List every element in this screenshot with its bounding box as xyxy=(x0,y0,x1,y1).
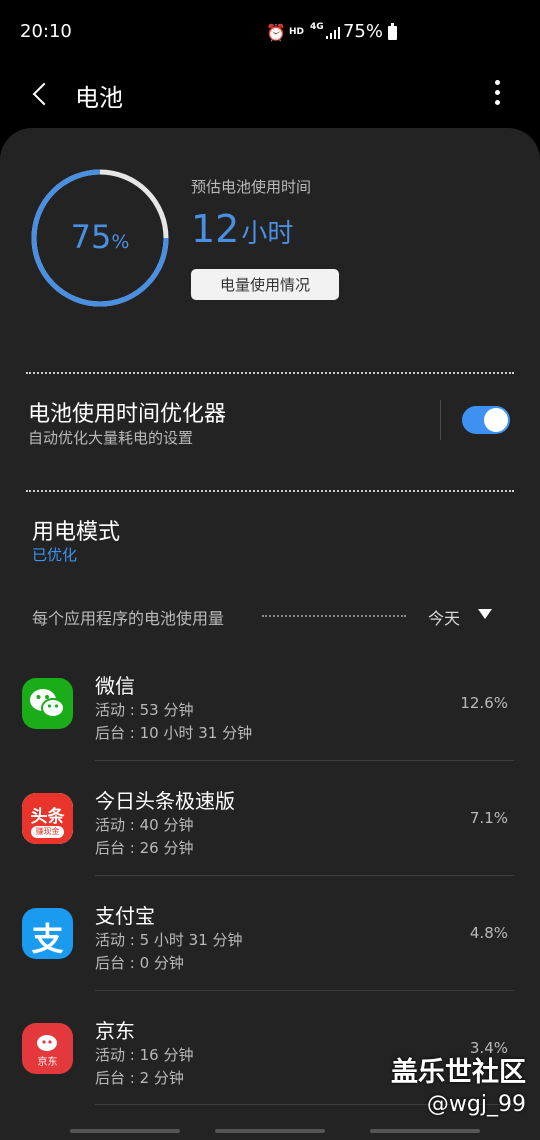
app-row-wechat[interactable]: 微信 活动 : 53 分钟 后台 : 10 小时 31 分钟 12.6% xyxy=(0,658,540,772)
estimate-label: 预估电池使用时间 xyxy=(191,178,312,196)
optimizer-title[interactable]: 电池使用时间优化器 xyxy=(28,396,226,428)
page-title: 电池 xyxy=(75,84,123,112)
divider xyxy=(26,490,514,492)
signal-icon xyxy=(326,27,340,39)
app-active-time: 活动 : 16 分钟 xyxy=(95,1046,194,1064)
battery-usage-button[interactable]: 电量使用情况 xyxy=(191,269,339,300)
jd-icon: 京东 xyxy=(22,1023,73,1074)
battery-percent-status: 75% xyxy=(342,21,383,42)
network-label: 4G xyxy=(310,22,324,32)
optimizer-subtitle: 自动优化大量耗电的设置 xyxy=(28,429,194,447)
estimate-value: 12小时 xyxy=(191,207,293,251)
battery-level-unit: % xyxy=(111,231,130,253)
toutiao-icon: 头条 赚现金 xyxy=(22,793,73,844)
app-background-time: 后台 : 2 分钟 xyxy=(95,1069,184,1087)
alipay-icon-text: 支 xyxy=(31,920,64,958)
app-usage-percent: 4.8% xyxy=(469,924,508,942)
row-divider xyxy=(95,760,514,761)
nav-hint-right xyxy=(370,1129,480,1133)
battery-level-readout: 75% xyxy=(30,218,170,256)
divider xyxy=(26,372,514,374)
dropdown-caret-icon[interactable] xyxy=(478,609,492,619)
app-usage-percent: 7.1% xyxy=(469,809,508,827)
app-name: 微信 xyxy=(95,674,135,698)
app-background-time: 后台 : 10 小时 31 分钟 xyxy=(95,724,253,742)
hd-label: HD xyxy=(289,27,305,37)
app-active-time: 活动 : 5 小时 31 分钟 xyxy=(95,931,243,949)
row-divider xyxy=(95,990,514,991)
vertical-divider xyxy=(440,400,441,440)
battery-icon xyxy=(388,23,397,40)
section-dots xyxy=(262,615,406,617)
jd-icon-text: 京东 xyxy=(37,1057,58,1068)
status-bar: 20:10 ⏰ HD 4G 75% xyxy=(0,0,540,66)
alarm-icon: ⏰ xyxy=(266,23,286,42)
app-usage-percent: 12.6% xyxy=(460,694,508,712)
app-name: 支付宝 xyxy=(95,904,155,928)
battery-level-value: 75 xyxy=(70,218,112,256)
power-mode-status: 已优化 xyxy=(32,546,78,564)
toutiao-icon-subtext: 赚现金 xyxy=(31,826,64,838)
optimizer-toggle[interactable] xyxy=(462,406,510,434)
app-name: 京东 xyxy=(95,1019,135,1043)
app-row-toutiao[interactable]: 头条 赚现金 今日头条极速版 活动 : 40 分钟 后台 : 26 分钟 7.1… xyxy=(0,773,540,887)
wechat-icon xyxy=(22,678,73,729)
alipay-icon: 支 xyxy=(22,908,73,959)
nav-hint-left xyxy=(70,1129,180,1133)
app-bar: 电池 xyxy=(0,66,540,126)
estimate-unit: 小时 xyxy=(241,219,294,249)
nav-hint-center xyxy=(215,1129,325,1133)
app-row-alipay[interactable]: 支 支付宝 活动 : 5 小时 31 分钟 后台 : 0 分钟 4.8% xyxy=(0,888,540,1002)
toutiao-icon-text: 头条 xyxy=(30,807,65,827)
app-active-time: 活动 : 40 分钟 xyxy=(95,816,194,834)
app-background-time: 后台 : 0 分钟 xyxy=(95,954,184,972)
back-button[interactable] xyxy=(30,78,52,110)
more-options-icon[interactable] xyxy=(490,80,506,106)
app-active-time: 活动 : 53 分钟 xyxy=(95,701,194,719)
watermark-site: 盖乐世社区 xyxy=(391,1057,526,1088)
row-divider xyxy=(95,875,514,876)
estimate-number: 12 xyxy=(191,207,240,251)
app-name: 今日头条极速版 xyxy=(95,789,235,813)
power-mode-title[interactable]: 用电模式 xyxy=(32,514,120,546)
app-usage-section-label: 每个应用程序的电池使用量 xyxy=(32,609,225,628)
status-time: 20:10 xyxy=(20,21,72,42)
app-background-time: 后台 : 26 分钟 xyxy=(95,839,194,857)
toggle-knob xyxy=(484,408,508,432)
watermark-user: @wgj_99 xyxy=(426,1092,526,1117)
period-dropdown[interactable]: 今天 xyxy=(428,605,460,629)
